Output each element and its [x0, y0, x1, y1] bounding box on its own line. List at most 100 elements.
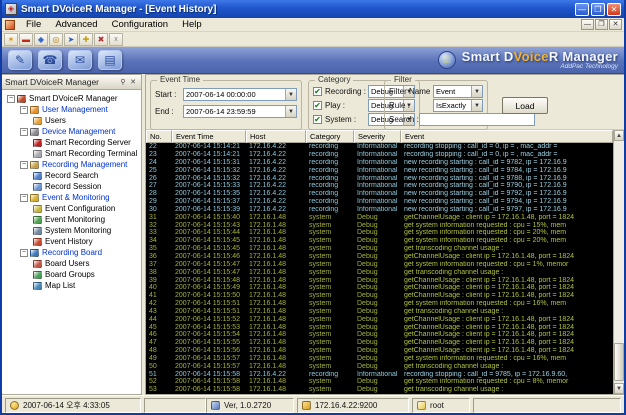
event-row-23[interactable]: 232007-06-14 15:14:21172.16.4.22recordin… — [146, 151, 624, 159]
phone-search-icon[interactable]: ☎ — [38, 50, 62, 70]
event-row-44[interactable]: 442007-06-14 15:15:52172.16.1.48systemDe… — [146, 316, 624, 324]
menu-item-advanced[interactable]: Advanced — [48, 19, 104, 30]
column-header-event[interactable]: Event — [401, 130, 613, 143]
system-checkbox[interactable]: ✔ — [313, 115, 322, 124]
scroll-down-icon[interactable]: ▼ — [614, 383, 624, 394]
event-row-38[interactable]: 382007-06-14 15:15:47172.16.1.48systemDe… — [146, 269, 624, 277]
event-row-35[interactable]: 352007-06-14 15:15:45172.16.1.48systemDe… — [146, 245, 624, 253]
recording-checkbox[interactable]: ✔ — [313, 87, 322, 96]
record-note-icon[interactable]: ✎ — [8, 50, 32, 70]
event-history-icon[interactable]: ✖ — [94, 33, 108, 46]
system-monitor-icon[interactable]: ✚ — [79, 33, 93, 46]
column-header-host[interactable]: Host — [246, 130, 306, 143]
event-row-26[interactable]: 262007-06-14 15:15:32172.16.4.22recordin… — [146, 174, 624, 182]
event-row-45[interactable]: 452007-06-14 15:15:53172.16.1.48systemDe… — [146, 323, 624, 331]
event-row-34[interactable]: 342007-06-14 15:15:45172.16.1.48systemDe… — [146, 237, 624, 245]
menu-item-file[interactable]: File — [19, 19, 48, 30]
event-row-24[interactable]: 242007-06-14 15:15:31172.16.4.22recordin… — [146, 159, 624, 167]
rule-combobox[interactable]: IsExactly ▼ — [433, 99, 483, 112]
event-row-33[interactable]: 332007-06-14 15:15:44172.16.1.48systemDe… — [146, 229, 624, 237]
event-row-42[interactable]: 422007-06-14 15:15:51172.16.1.48systemDe… — [146, 300, 624, 308]
column-header-category[interactable]: Category — [306, 130, 354, 143]
column-header-no[interactable]: No. — [146, 130, 172, 143]
tree-collapse-icon[interactable]: − — [20, 128, 28, 136]
mdi-restore-button[interactable]: ❐ — [595, 19, 608, 30]
event-row-28[interactable]: 282007-06-14 15:15:35172.16.4.22recordin… — [146, 190, 624, 198]
event-row-25[interactable]: 252007-06-14 15:15:32172.16.4.22recordin… — [146, 167, 624, 175]
tree-collapse-icon[interactable]: − — [20, 249, 28, 257]
event-row-37[interactable]: 372007-06-14 15:15:47172.16.1.48systemDe… — [146, 261, 624, 269]
event-row-31[interactable]: 312007-06-14 15:15:40172.16.1.48systemDe… — [146, 214, 624, 222]
tree-collapse-icon[interactable]: − — [20, 194, 28, 202]
tree-item-map-list[interactable]: Map List — [2, 280, 141, 291]
tree-item-event-monitoring[interactable]: −Event & Monitoring — [2, 192, 141, 203]
tree-item-smart-recording-terminal[interactable]: Smart Recording Terminal — [2, 148, 141, 159]
event-row-51[interactable]: 512007-06-14 15:15:58172.16.4.22recordin… — [146, 370, 624, 378]
tree-item-record-search[interactable]: Record Search — [2, 170, 141, 181]
event-monitor-icon[interactable]: ➤ — [64, 33, 78, 46]
record-search-icon[interactable]: ◆ — [34, 33, 48, 46]
title-bar[interactable]: ◈ Smart DVoiceR Manager - [Event History… — [2, 0, 624, 18]
connect-icon[interactable]: ✶ — [4, 33, 18, 46]
menu-item-configuration[interactable]: Configuration — [105, 19, 176, 30]
tree-item-user-management[interactable]: −User Management — [2, 104, 141, 115]
event-row-41[interactable]: 412007-06-14 15:15:50172.16.1.48systemDe… — [146, 292, 624, 300]
chevron-down-icon[interactable]: ▼ — [471, 86, 482, 97]
column-header-time[interactable]: Event Time — [172, 130, 246, 143]
tree-item-event-configuration[interactable]: Event Configuration — [2, 203, 141, 214]
chevron-down-icon[interactable]: ▼ — [285, 106, 296, 117]
play-checkbox[interactable]: ✔ — [313, 101, 322, 110]
search-input[interactable] — [419, 113, 535, 126]
sidebar-close-icon[interactable]: ✕ — [128, 77, 138, 87]
event-row-47[interactable]: 472007-06-14 15:15:55172.16.1.48systemDe… — [146, 339, 624, 347]
mdi-close-button[interactable]: ✕ — [609, 19, 622, 30]
load-button[interactable]: Load — [502, 97, 548, 114]
tree-item-device-management[interactable]: −Device Management — [2, 126, 141, 137]
tree-item-smart-recording-server[interactable]: Smart Recording Server — [2, 137, 141, 148]
tree-collapse-icon[interactable]: − — [7, 95, 15, 103]
event-row-36[interactable]: 362007-06-14 15:15:46172.16.1.48systemDe… — [146, 253, 624, 261]
event-row-32[interactable]: 322007-06-14 15:15:43172.16.1.48systemDe… — [146, 221, 624, 229]
event-row-48[interactable]: 482007-06-14 15:15:56172.16.1.48systemDe… — [146, 347, 624, 355]
mdi-minimize-button[interactable]: — — [581, 19, 594, 30]
event-row-50[interactable]: 502007-06-14 15:15:57172.16.1.48systemDe… — [146, 363, 624, 371]
monitor-send-icon[interactable]: ▤ — [98, 50, 122, 70]
chevron-down-icon[interactable]: ▼ — [471, 100, 482, 111]
tree-item-record-session[interactable]: Record Session — [2, 181, 141, 192]
event-row-52[interactable]: 522007-06-14 15:15:58172.16.1.48systemDe… — [146, 378, 624, 386]
disconnect-icon[interactable]: ▬ — [19, 33, 33, 46]
event-row-53[interactable]: 532007-06-14 15:15:58172.16.1.48systemDe… — [146, 386, 624, 394]
event-row-40[interactable]: 402007-06-14 15:15:49172.16.1.48systemDe… — [146, 284, 624, 292]
tree-collapse-icon[interactable]: − — [20, 106, 28, 114]
mail-send-icon[interactable]: ✉ — [68, 50, 92, 70]
scrollbar-track[interactable] — [614, 141, 624, 383]
tree-item-board-users[interactable]: Board Users — [2, 258, 141, 269]
event-row-27[interactable]: 272007-06-14 15:15:33172.16.4.22recordin… — [146, 182, 624, 190]
tree-item-event-monitoring[interactable]: Event Monitoring — [2, 214, 141, 225]
tree-item-recording-board[interactable]: −Recording Board — [2, 247, 141, 258]
tree-item-event-history[interactable]: Event History — [2, 236, 141, 247]
event-row-30[interactable]: 302007-06-14 15:15:39172.16.4.22recordin… — [146, 206, 624, 214]
search-icon[interactable]: ◎ — [49, 33, 63, 46]
vertical-scrollbar[interactable]: ▲ ▼ — [613, 130, 624, 394]
tree-item-smart-dvoicer-manager[interactable]: −Smart DVoiceR Manager — [2, 93, 141, 104]
event-row-29[interactable]: 292007-06-14 15:15:37172.16.4.22recordin… — [146, 198, 624, 206]
minimize-button[interactable]: — — [575, 3, 589, 16]
filter-name-combobox[interactable]: Event ▼ — [433, 85, 483, 98]
start-time-combobox[interactable]: 2007-06-14 00:00:00 ▼ — [183, 88, 297, 101]
event-row-22[interactable]: 222007-06-14 15:14:21172.16.4.22recordin… — [146, 143, 624, 151]
close-button[interactable]: ✕ — [607, 3, 621, 16]
scrollbar-thumb[interactable] — [614, 343, 624, 381]
pin-icon[interactable]: ⚲ — [118, 77, 128, 87]
menu-item-help[interactable]: Help — [175, 19, 209, 30]
column-header-severity[interactable]: Severity — [354, 130, 401, 143]
scroll-up-icon[interactable]: ▲ — [614, 130, 624, 141]
maximize-button[interactable]: ❐ — [591, 3, 605, 16]
tree-item-system-monitoring[interactable]: System Monitoring — [2, 225, 141, 236]
event-row-39[interactable]: 392007-06-14 15:15:48172.16.1.48systemDe… — [146, 276, 624, 284]
tree-item-users[interactable]: Users — [2, 115, 141, 126]
tree-item-board-groups[interactable]: Board Groups — [2, 269, 141, 280]
close-view-icon[interactable]: ☓ — [109, 33, 123, 46]
end-time-combobox[interactable]: 2007-06-14 23:59:59 ▼ — [183, 105, 297, 118]
event-row-46[interactable]: 462007-06-14 15:15:54172.16.1.48systemDe… — [146, 331, 624, 339]
